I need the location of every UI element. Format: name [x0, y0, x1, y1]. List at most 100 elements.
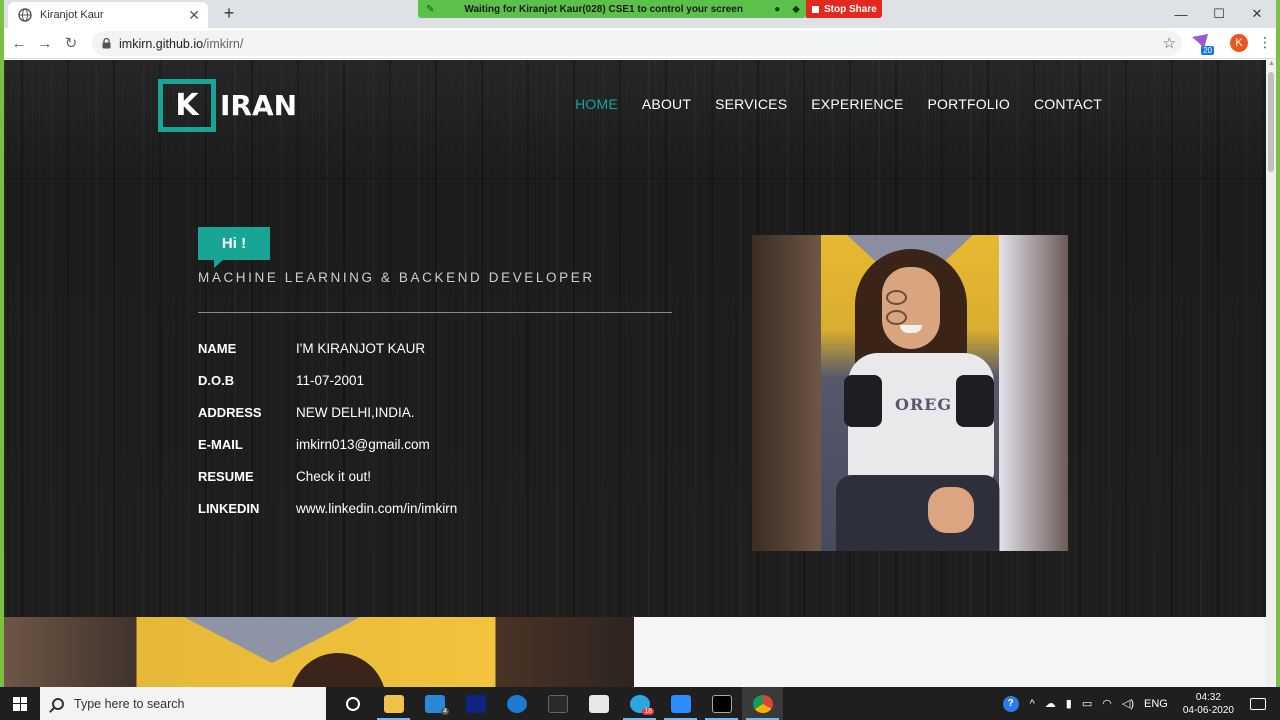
- clock[interactable]: 04:32 04-06-2020: [1183, 691, 1234, 717]
- profile-avatar[interactable]: K: [1230, 34, 1248, 52]
- pin-icon[interactable]: ✎: [426, 4, 434, 15]
- screenshare-message: Waiting for Kiranjot Kaur(028) CSE1 to c…: [464, 3, 743, 15]
- info-row-dob: D.O.B 11-07-2001: [198, 364, 457, 396]
- nav-about[interactable]: ABOUT: [642, 96, 691, 112]
- photo-face: [882, 267, 940, 349]
- edge-icon: [506, 694, 527, 713]
- photo-jeans: [836, 475, 1000, 551]
- nav-home[interactable]: HOME: [575, 96, 618, 112]
- taskbar-search[interactable]: Type here to search: [40, 687, 326, 720]
- profile-photo: OREG: [752, 235, 1068, 551]
- linkedin-link[interactable]: www.linkedin.com/in/imkirn: [296, 501, 457, 516]
- close-tab-icon[interactable]: ✕: [188, 7, 200, 24]
- task-view-icon: [345, 696, 360, 711]
- store-button[interactable]: [578, 687, 619, 720]
- photo-sleeve: [956, 375, 994, 427]
- taskbar-apps: 4 18: [332, 687, 783, 720]
- shield-icon: ◆: [792, 3, 800, 15]
- screenshare-banner: ✎ Waiting for Kiranjot Kaur(028) CSE1 to…: [418, 0, 806, 18]
- clock-date: 04-06-2020: [1182, 704, 1234, 716]
- mail-badge: 4: [441, 708, 449, 715]
- info-row-address: ADDRESS NEW DELHI,INDIA.: [198, 396, 457, 428]
- url-path: /imkirn/: [203, 36, 244, 51]
- minimize-icon[interactable]: —: [1162, 0, 1200, 28]
- hero-section: K IRAN HOME ABOUT SERVICES EXPERIENCE PO…: [4, 60, 1266, 617]
- back-icon[interactable]: ←: [6, 35, 32, 52]
- forward-icon[interactable]: →: [32, 35, 58, 52]
- browser-window: Kiranjot Kaur ✕ + — ☐ ✕ ← → ↻ imkirn.git…: [4, 0, 1276, 687]
- nav-experience[interactable]: EXPERIENCE: [811, 96, 903, 112]
- photo-glasses: [886, 290, 938, 325]
- globe-icon: [18, 8, 32, 22]
- logo-letter-box: K: [158, 79, 216, 132]
- page-scrollbar[interactable]: ▲: [1266, 60, 1276, 687]
- mail-button[interactable]: 4: [414, 687, 455, 720]
- show-hidden-icons[interactable]: ^: [1030, 698, 1035, 710]
- language-indicator[interactable]: ENG: [1144, 698, 1168, 710]
- info-label: E-MAIL: [198, 436, 243, 452]
- zoom-button[interactable]: [660, 687, 701, 720]
- photo-blur-right: [999, 235, 1068, 551]
- maximize-icon[interactable]: ☐: [1200, 0, 1238, 28]
- volume-icon[interactable]: ◁): [1122, 697, 1134, 710]
- resume-link[interactable]: Check it out!: [296, 469, 371, 484]
- file-explorer-button[interactable]: [373, 687, 414, 720]
- email-link[interactable]: imkirn013@gmail.com: [296, 437, 430, 452]
- window-controls: — ☐ ✕: [1162, 0, 1276, 28]
- info-label: NAME: [198, 340, 237, 356]
- browser-menu-icon[interactable]: ⋮: [1258, 34, 1272, 51]
- photo-blur-left: [752, 235, 821, 551]
- app-button[interactable]: [537, 687, 578, 720]
- terminal-icon: [711, 694, 732, 713]
- telegram-button[interactable]: 18: [619, 687, 660, 720]
- app-icon: [547, 694, 568, 713]
- info-value: I'M KIRANJOT KAUR: [296, 340, 426, 356]
- reload-icon[interactable]: ↻: [58, 34, 84, 52]
- battery-icon[interactable]: ▭: [1082, 697, 1092, 710]
- folder-icon: [383, 694, 404, 713]
- microphone-icon[interactable]: ▮: [1066, 697, 1072, 710]
- bookmark-star-icon[interactable]: ☆: [1163, 34, 1176, 52]
- photo-shirt-print: OREG: [895, 395, 953, 414]
- edge-button[interactable]: [496, 687, 537, 720]
- browser-toolbar: ← → ↻ imkirn.github.io/imkirn/ ☆: [4, 28, 1276, 59]
- role-subtitle: MACHINE LEARNING & BACKEND DEVELOPER: [198, 270, 595, 285]
- info-label: ADDRESS: [198, 404, 262, 420]
- address-bar[interactable]: imkirn.github.io/imkirn/ ☆: [92, 31, 1182, 56]
- browser-tab[interactable]: Kiranjot Kaur ✕: [8, 2, 208, 28]
- nav-portfolio[interactable]: PORTFOLIO: [928, 96, 1010, 112]
- scroll-up-icon[interactable]: ▲: [1268, 60, 1275, 67]
- task-view-button[interactable]: [332, 687, 373, 720]
- extension-icon[interactable]: 20: [1190, 33, 1214, 55]
- info-value: 11-07-2001: [296, 372, 365, 388]
- next-section-background: [634, 617, 1266, 687]
- nav-contact[interactable]: CONTACT: [1034, 96, 1102, 112]
- stop-share-button[interactable]: Stop Share: [806, 0, 882, 18]
- start-button[interactable]: [0, 687, 40, 720]
- site-logo[interactable]: K IRAN: [158, 79, 297, 132]
- lock-icon: [102, 38, 111, 49]
- close-window-icon[interactable]: ✕: [1238, 0, 1276, 28]
- terminal-button[interactable]: [701, 687, 742, 720]
- main-nav: HOME ABOUT SERVICES EXPERIENCE PORTFOLIO…: [575, 96, 1102, 112]
- clock-time: 04:32: [1195, 691, 1221, 703]
- new-tab-button[interactable]: +: [218, 3, 240, 24]
- photo-hands: [928, 487, 974, 533]
- next-section-image: [4, 617, 634, 687]
- search-placeholder: Type here to search: [74, 696, 185, 711]
- personal-info-list: NAME I'M KIRANJOT KAUR D.O.B 11-07-2001 AD…: [198, 332, 457, 524]
- search-icon: [52, 697, 64, 710]
- windows-taskbar: Type here to search 4 18 ? ^ ☁ ▮ ▭ ◠ ◁) …: [0, 687, 1280, 720]
- info-row-linkedin: LINKEDIN www.linkedin.com/in/imkirn: [198, 492, 457, 524]
- wifi-icon[interactable]: ◠: [1102, 697, 1112, 710]
- nav-services[interactable]: SERVICES: [715, 96, 787, 112]
- scrollbar-thumb[interactable]: [1268, 72, 1274, 172]
- chrome-button[interactable]: [742, 687, 783, 720]
- help-icon[interactable]: ?: [1002, 695, 1019, 712]
- cloud-icon[interactable]: ☁: [1045, 697, 1056, 710]
- stop-share-label: Stop Share: [824, 3, 877, 15]
- store-icon: [588, 694, 609, 713]
- mic-icon[interactable]: ●: [774, 4, 780, 15]
- notification-icon[interactable]: [1250, 697, 1266, 710]
- dropbox-button[interactable]: [455, 687, 496, 720]
